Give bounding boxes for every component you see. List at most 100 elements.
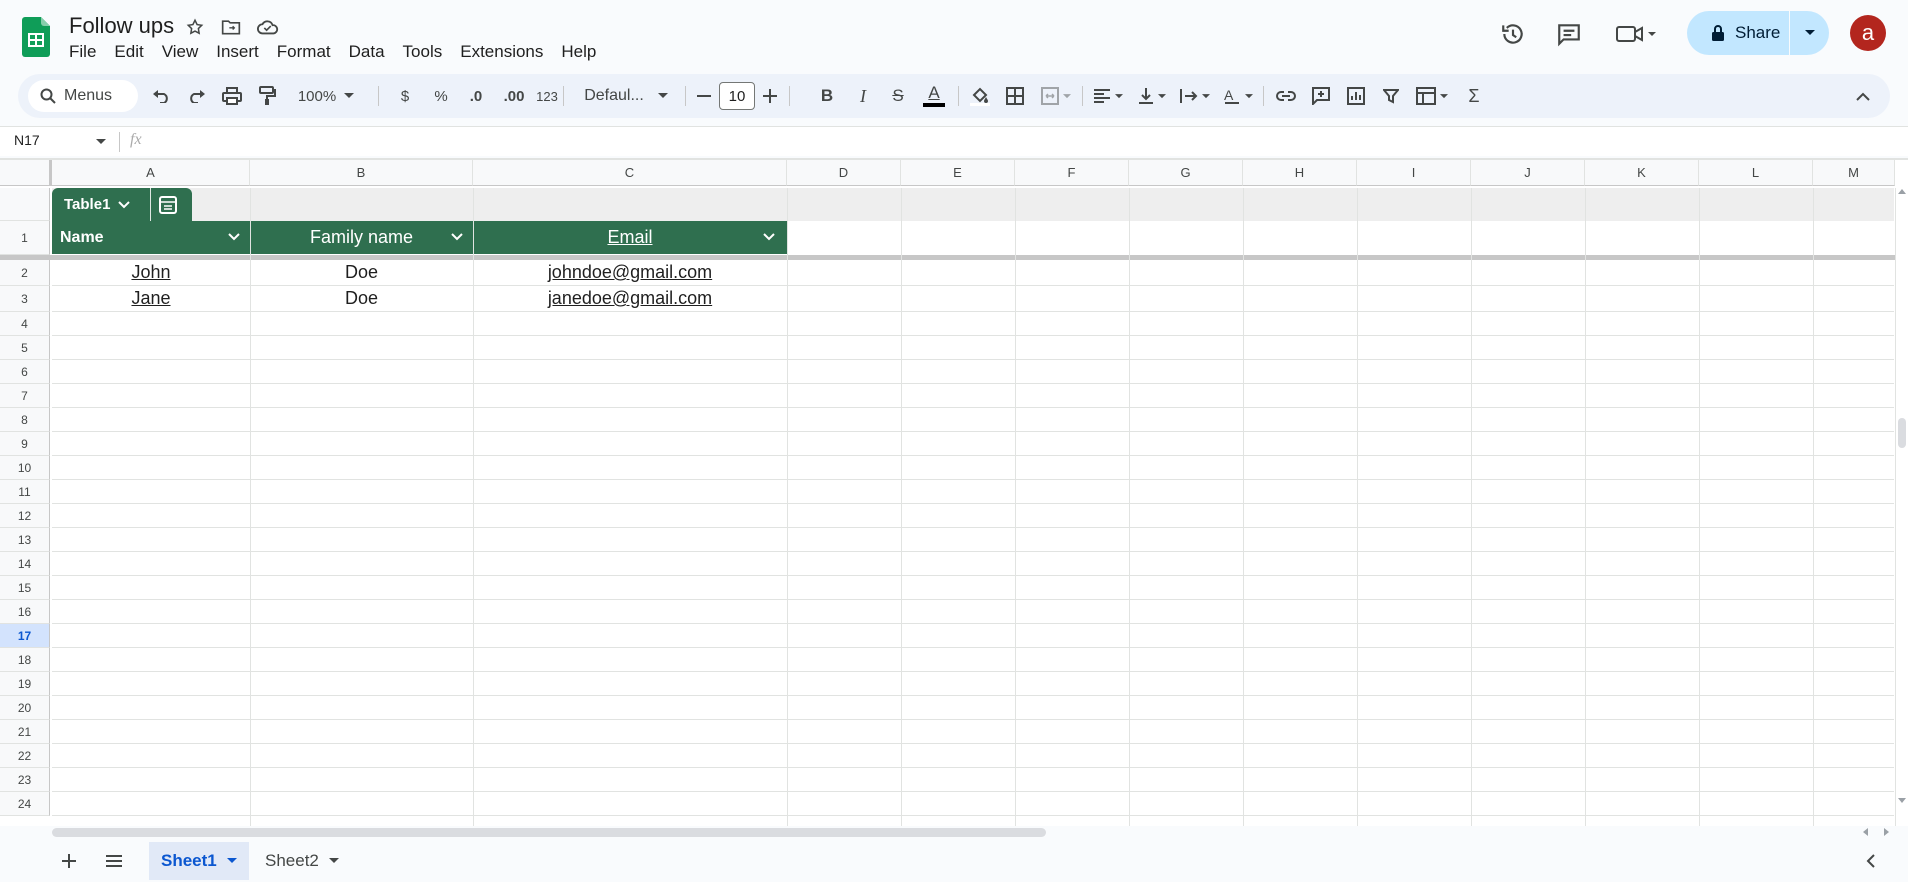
scroll-right-icon[interactable] <box>1884 828 1890 836</box>
all-sheets-icon[interactable] <box>102 850 126 872</box>
table-header-family-name[interactable]: Family name <box>250 221 473 254</box>
chevron-down-icon[interactable] <box>118 200 131 209</box>
name-box[interactable]: N17 <box>14 132 40 148</box>
row-header-9[interactable]: 9 <box>0 432 50 456</box>
increase-decimal-button[interactable]: .00 <box>497 74 531 118</box>
sheet-tab-sheet1[interactable]: Sheet1 <box>149 842 249 880</box>
meet-icon[interactable] <box>1611 16 1661 52</box>
menus-search[interactable]: Menus <box>28 80 138 112</box>
version-history-icon[interactable] <box>1495 16 1531 52</box>
row-header-7[interactable]: 7 <box>0 384 50 408</box>
row-header-15[interactable]: 15 <box>0 576 50 600</box>
table-cell[interactable]: Jane <box>52 286 250 311</box>
col-header-i[interactable]: I <box>1357 160 1471 186</box>
col-header-l[interactable]: L <box>1699 160 1813 186</box>
row-header-22[interactable]: 22 <box>0 744 50 768</box>
col-header-e[interactable]: E <box>901 160 1015 186</box>
redo-icon[interactable] <box>182 74 212 118</box>
row-header-12[interactable]: 12 <box>0 504 50 528</box>
font-select[interactable]: Defaul... <box>576 74 676 118</box>
horizontal-align-icon[interactable] <box>1088 74 1128 118</box>
avatar[interactable]: a <box>1850 15 1886 51</box>
text-rotation-icon[interactable]: A <box>1218 74 1258 118</box>
table-cell-email[interactable]: johndoe@gmail.com <box>473 260 787 285</box>
move-folder-icon[interactable] <box>219 15 243 39</box>
menu-help[interactable]: Help <box>552 40 605 64</box>
more-formats-button[interactable]: 123 <box>530 74 564 118</box>
table-header-email[interactable]: Email <box>473 221 787 254</box>
row-header-3[interactable]: 3 <box>0 286 50 312</box>
menu-format[interactable]: Format <box>268 40 340 64</box>
row-header-13[interactable]: 13 <box>0 528 50 552</box>
menu-data[interactable]: Data <box>340 40 394 64</box>
share-dropdown-button[interactable] <box>1790 11 1829 55</box>
decrease-decimal-button[interactable]: .0 <box>461 74 491 118</box>
print-icon[interactable] <box>217 74 247 118</box>
row-header-14[interactable]: 14 <box>0 552 50 576</box>
text-wrapping-icon[interactable] <box>1175 74 1215 118</box>
horizontal-scrollbar-thumb[interactable] <box>52 828 1046 837</box>
sheets-logo-icon[interactable] <box>22 17 50 57</box>
collapse-toolbar-icon[interactable] <box>1848 74 1878 118</box>
row-header-2[interactable]: 2 <box>0 260 50 286</box>
select-all-corner[interactable] <box>0 160 50 186</box>
table-view-icon[interactable] <box>1410 74 1454 118</box>
vertical-align-icon[interactable] <box>1132 74 1172 118</box>
row-header-4[interactable]: 4 <box>0 312 50 336</box>
menu-extensions[interactable]: Extensions <box>451 40 552 64</box>
font-size-input[interactable]: 10 <box>719 82 755 110</box>
row-header-16[interactable]: 16 <box>0 600 50 624</box>
text-color-icon[interactable]: A <box>920 74 948 118</box>
comments-icon[interactable] <box>1551 16 1587 52</box>
add-sheet-icon[interactable] <box>58 850 80 872</box>
paint-format-icon[interactable] <box>252 74 282 118</box>
row-header-8[interactable]: 8 <box>0 408 50 432</box>
scroll-left-icon[interactable] <box>1862 828 1868 836</box>
row-header-18[interactable]: 18 <box>0 648 50 672</box>
row-header-1[interactable]: 1 <box>0 221 50 255</box>
table-settings-icon[interactable] <box>158 195 178 215</box>
borders-icon[interactable] <box>1000 74 1030 118</box>
share-button[interactable]: Share <box>1687 11 1789 55</box>
bold-icon[interactable]: B <box>814 74 840 118</box>
star-icon[interactable] <box>183 15 207 39</box>
row-header-24[interactable]: 24 <box>0 792 50 816</box>
functions-icon[interactable]: Σ <box>1459 74 1489 118</box>
menu-view[interactable]: View <box>153 40 208 64</box>
menu-insert[interactable]: Insert <box>207 40 268 64</box>
col-header-j[interactable]: J <box>1471 160 1585 186</box>
table-cell[interactable]: Doe <box>250 260 473 285</box>
table-cell[interactable]: Doe <box>250 286 473 311</box>
menu-tools[interactable]: Tools <box>394 40 452 64</box>
cloud-saved-icon[interactable] <box>256 15 280 39</box>
formula-input[interactable] <box>160 132 1860 152</box>
percent-format-button[interactable]: % <box>426 74 456 118</box>
col-header-d[interactable]: D <box>787 160 901 186</box>
row-header-21[interactable]: 21 <box>0 720 50 744</box>
table-name-tab[interactable]: Table1 <box>52 188 192 221</box>
document-title[interactable]: Follow ups <box>69 13 174 39</box>
scroll-down-icon[interactable] <box>1898 798 1906 804</box>
vertical-scrollbar-thumb[interactable] <box>1898 418 1906 448</box>
col-header-h[interactable]: H <box>1243 160 1357 186</box>
row-header-20[interactable]: 20 <box>0 696 50 720</box>
explore-panel-chevron-icon[interactable] <box>1866 854 1875 868</box>
strikethrough-icon[interactable]: S <box>885 74 911 118</box>
undo-icon[interactable] <box>146 74 176 118</box>
menu-file[interactable]: File <box>60 40 105 64</box>
col-header-c[interactable]: C <box>473 160 787 186</box>
row-header-17-selected[interactable]: 17 <box>0 624 50 648</box>
table-cell-email[interactable]: janedoe@gmail.com <box>473 286 787 311</box>
sheet-tab-sheet2[interactable]: Sheet2 <box>253 842 351 880</box>
row-header-19[interactable]: 19 <box>0 672 50 696</box>
table-header-name[interactable]: Name <box>60 221 250 254</box>
col-header-f[interactable]: F <box>1015 160 1129 186</box>
row-header-10[interactable]: 10 <box>0 456 50 480</box>
italic-icon[interactable]: I <box>850 74 876 118</box>
col-header-a[interactable]: A <box>52 160 250 186</box>
zoom-select[interactable]: 100% <box>290 74 362 118</box>
col-header-m[interactable]: M <box>1813 160 1895 186</box>
currency-format-button[interactable]: $ <box>390 74 420 118</box>
menu-edit[interactable]: Edit <box>105 40 152 64</box>
insert-comment-icon[interactable] <box>1306 74 1336 118</box>
